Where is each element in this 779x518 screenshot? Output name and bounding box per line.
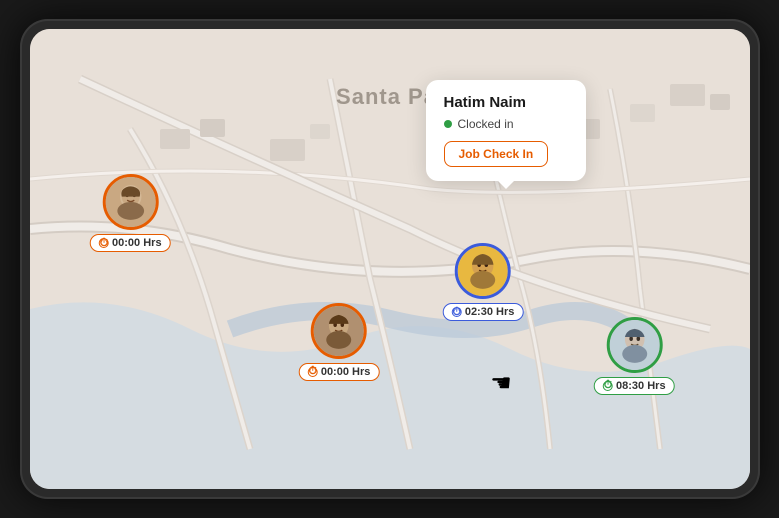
avatar-hatim <box>455 243 511 299</box>
worker-popup: Hatim Naim Clocked in Job Check In <box>426 80 586 181</box>
marker-hatim[interactable]: ⏱ 02:30 Hrs <box>443 243 524 321</box>
clock-icon-4: ⏱ <box>603 381 613 391</box>
avatar-worker-1 <box>102 174 158 230</box>
clock-icon-2: ⏱ <box>308 367 318 377</box>
avatar-worker-2 <box>311 303 367 359</box>
status-dot <box>444 120 452 128</box>
time-badge-worker-1: ⏱ 00:00 Hrs <box>90 234 171 252</box>
avatar-worker-4 <box>606 317 662 373</box>
popup-status: Clocked in <box>444 117 568 131</box>
time-badge-worker-4: ⏱ 08:30 Hrs <box>594 377 675 395</box>
map-container: Santa Paula Hatim Naim Clocked in Job Ch… <box>30 29 750 489</box>
job-check-in-button[interactable]: Job Check In <box>444 141 549 167</box>
popup-status-label: Clocked in <box>458 117 514 131</box>
clock-icon-1: ⏱ <box>99 238 109 248</box>
marker-worker-4[interactable]: ⏱ 08:30 Hrs <box>594 317 675 395</box>
clock-icon-hatim: ⏱ <box>452 307 462 317</box>
popup-name: Hatim Naim <box>444 94 568 111</box>
marker-worker-1[interactable]: ⏱ 00:00 Hrs <box>90 174 171 252</box>
time-badge-hatim: ⏱ 02:30 Hrs <box>443 303 524 321</box>
map-background <box>30 29 750 489</box>
time-badge-worker-2: ⏱ 00:00 Hrs <box>299 363 380 381</box>
marker-worker-2[interactable]: ⏱ 00:00 Hrs <box>299 303 380 381</box>
device-frame: Santa Paula Hatim Naim Clocked in Job Ch… <box>20 19 760 499</box>
